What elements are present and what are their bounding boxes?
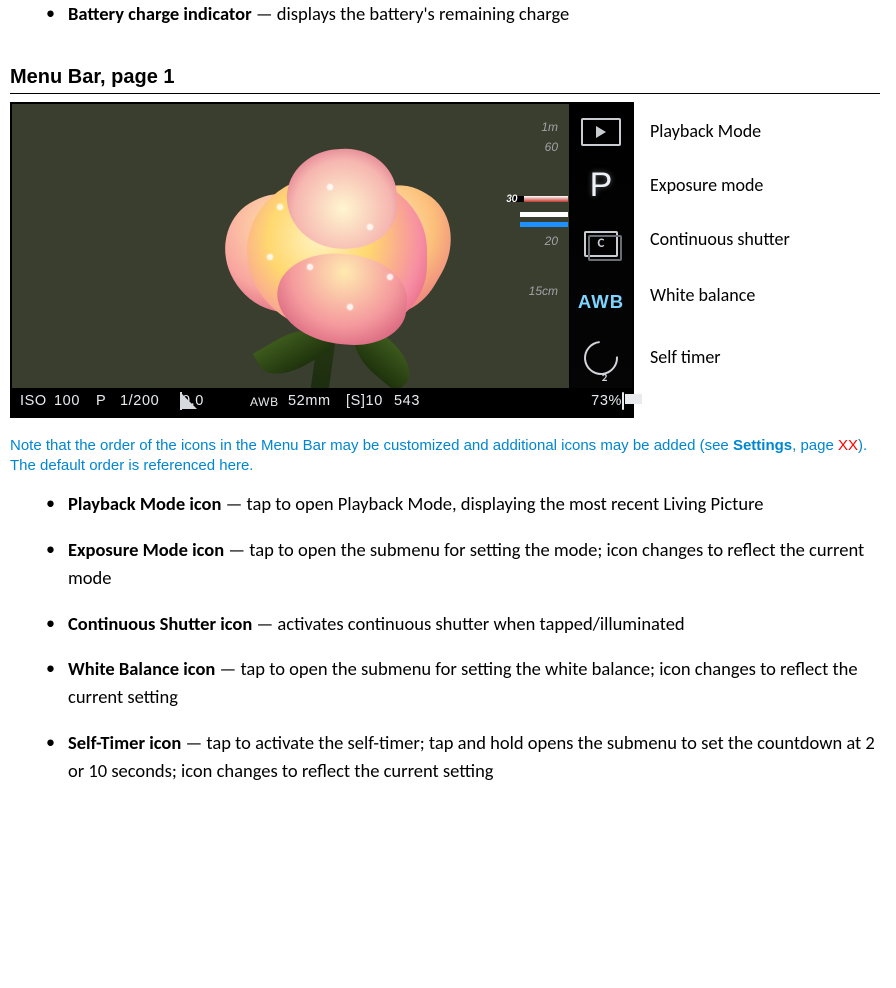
shot-count: 543 (394, 391, 460, 413)
scale-label: 15cm (518, 282, 558, 300)
figure-wrap: 1m 60 20 15cm P C (10, 102, 880, 418)
menu-label-callouts: Playback Mode Exposure mode Continuous s… (634, 102, 880, 416)
bullet-continuous: Continuous Shutter icon — activates cont… (68, 610, 886, 638)
c-box-icon: C (584, 231, 618, 257)
scale-label: 20 (518, 232, 558, 250)
shot-mode: [S]10 (346, 391, 394, 413)
bullet-desc: — tap to open Playback Mode, displaying … (221, 492, 763, 515)
status-awb: AWB (250, 393, 288, 411)
bullet-term: Playback Mode icon (68, 492, 221, 515)
note-text: Note that the order of the icons in the … (10, 436, 886, 477)
scale-red-bar (510, 196, 568, 202)
note-pageref: XX (838, 437, 858, 454)
label-whitebalance: White balance (650, 282, 755, 309)
document-page: Battery charge indicator — displays the … (0, 0, 896, 988)
playback-mode-icon[interactable] (570, 106, 632, 158)
bullet-selftimer: Self-Timer icon — tap to activate the se… (68, 729, 886, 785)
p-letter-icon: P (590, 160, 613, 211)
scale-label: 60 (518, 138, 558, 156)
bullet-term: Exposure Mode icon (68, 538, 224, 561)
bullet-exposure: Exposure Mode icon — tap to open the sub… (68, 536, 886, 592)
exposure-mode-icon[interactable]: P (570, 160, 632, 212)
iso-value: 100 (54, 391, 96, 413)
bullet-term: White Balance icon (68, 657, 215, 680)
focal-length: 52mm (288, 391, 346, 413)
battery-status: 73% (591, 391, 624, 413)
play-icon (581, 118, 621, 146)
white-balance-icon[interactable]: AWB (570, 276, 632, 328)
iso-label: ISO (20, 391, 54, 413)
self-timer-icon[interactable] (570, 332, 632, 384)
battery-term: Battery charge indicator (68, 2, 252, 25)
continuous-shutter-icon[interactable]: C (570, 218, 632, 270)
label-continuous: Continuous shutter (650, 226, 790, 253)
photo-area: 1m 60 20 15cm P C (12, 104, 632, 388)
camera-screenshot: 1m 60 20 15cm P C (10, 102, 634, 418)
bullet-playback: Playback Mode icon — tap to open Playbac… (68, 490, 886, 518)
bullet-term: Self-Timer icon (68, 731, 181, 754)
label-playback: Playback Mode (650, 118, 761, 145)
bullet-term: Continuous Shutter icon (68, 612, 252, 635)
bullet-desc: — tap to activate the self-timer; tap an… (68, 731, 875, 782)
bullet-desc: — activates continuous shutter when tapp… (252, 612, 684, 635)
note-part2: , page (792, 437, 838, 454)
distance-scale: 1m 60 20 15cm (514, 104, 564, 388)
top-bullet-list: Battery charge indicator — displays the … (10, 0, 886, 28)
menu-bar: P C AWB (569, 104, 632, 388)
battery-pct: 73% (591, 393, 622, 409)
battery-icon (622, 392, 624, 410)
ev-indicator: 0.0 (180, 391, 250, 413)
timer-icon (577, 334, 625, 382)
mode-indicator: P (96, 391, 120, 413)
scale-white-bar (520, 212, 568, 217)
awb-text-icon: AWB (578, 288, 624, 316)
note-settings: Settings (733, 437, 792, 454)
bullet-whitebalance: White Balance icon — tap to open the sub… (68, 655, 886, 711)
battery-bullet: Battery charge indicator — displays the … (68, 0, 886, 28)
battery-desc: — displays the battery's remaining charg… (252, 2, 570, 25)
scale-label: 1m (518, 118, 558, 136)
note-part1: Note that the order of the icons in the … (10, 437, 733, 454)
status-bar: ISO 100 P 1/200 0.0 AWB 52mm [S]10 543 7… (12, 388, 632, 416)
shutter-speed: 1/200 (120, 391, 180, 413)
label-selftimer: Self timer (650, 344, 721, 371)
rose-image (217, 134, 447, 354)
exposure-comp-icon (180, 392, 182, 410)
scale-blue-bar (520, 222, 568, 227)
label-exposure: Exposure mode (650, 172, 763, 199)
menu-bullet-list: Playback Mode icon — tap to open Playbac… (10, 490, 886, 784)
section-heading: Menu Bar, page 1 (10, 62, 880, 94)
